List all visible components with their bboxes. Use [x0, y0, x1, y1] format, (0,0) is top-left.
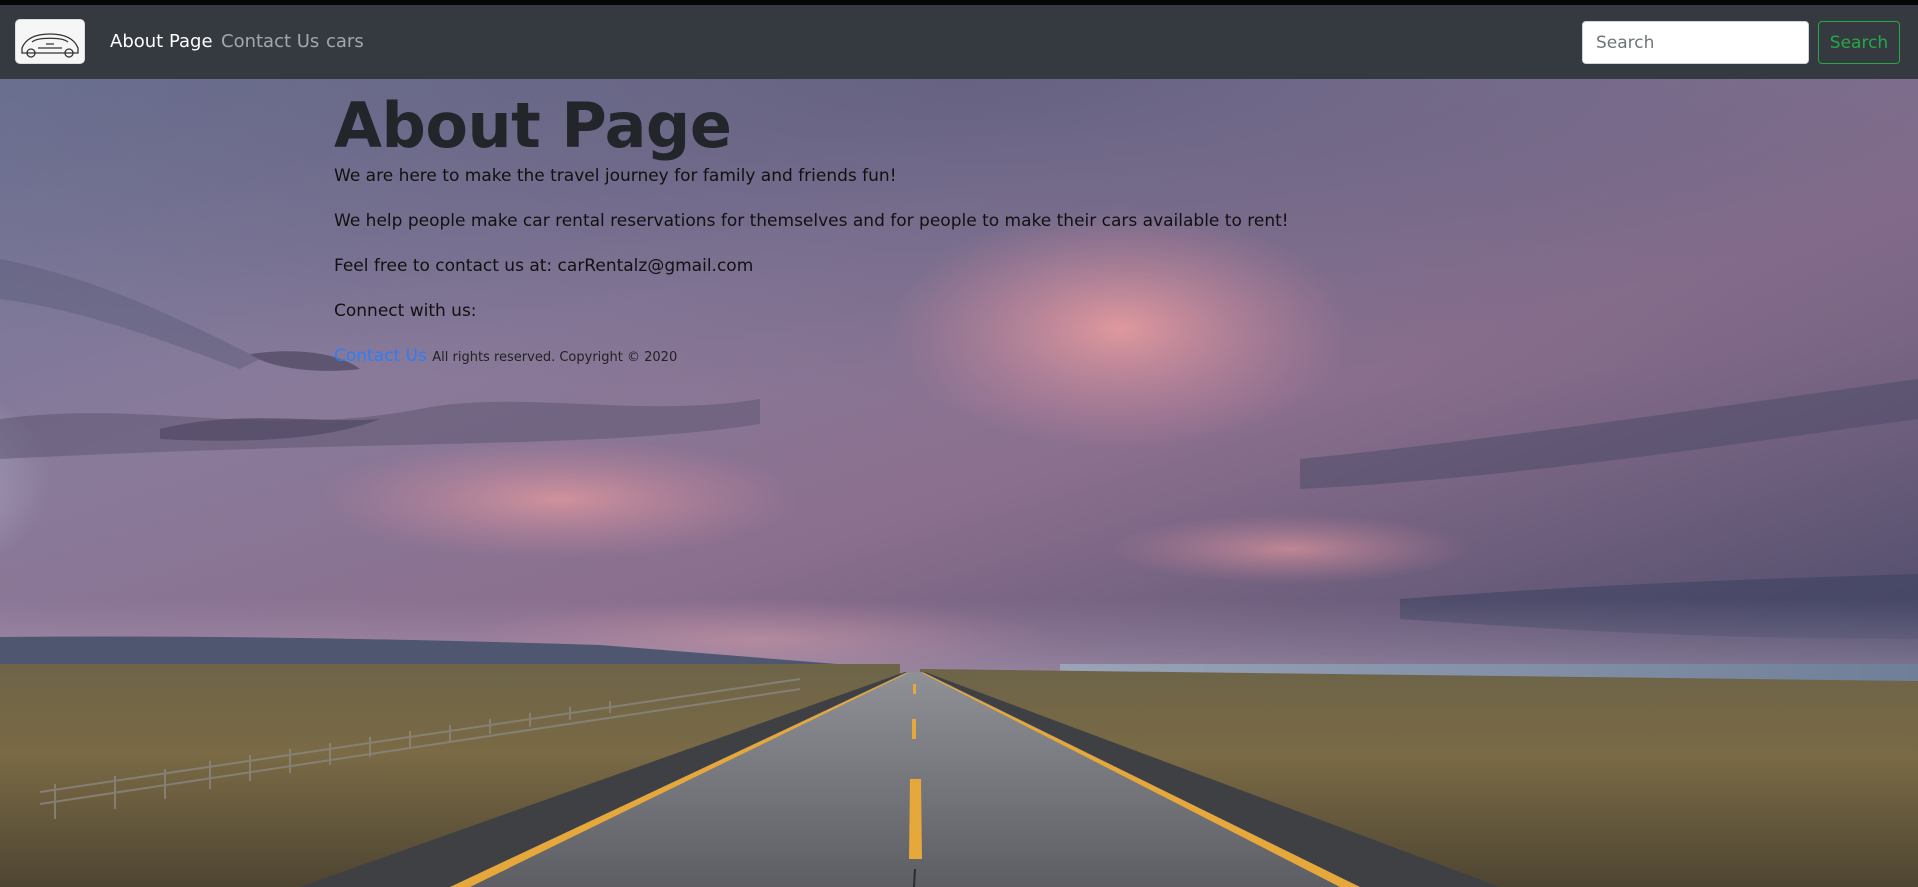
page-title: About Page: [334, 89, 732, 162]
about-paragraph-1: We are here to make the travel journey f…: [334, 166, 897, 186]
footer-contact-link[interactable]: Contact Us: [334, 346, 427, 366]
about-content: About Page We are here to make the trave…: [334, 88, 1334, 370]
contact-email-text: Feel free to contact us at: carRentalz@g…: [334, 256, 754, 276]
about-paragraph-2: We help people make car rental reservati…: [334, 211, 1289, 231]
search-button[interactable]: Search: [1818, 21, 1900, 64]
nav-about-page[interactable]: About Page: [110, 31, 213, 53]
top-navbar: About Page Contact Us cars Search: [0, 5, 1918, 79]
connect-heading: Connect with us:: [334, 301, 477, 321]
copyright-note: All rights reserved. Copyright © 2020: [432, 350, 678, 365]
car-logo-icon[interactable]: [15, 19, 85, 64]
nav-contact-us[interactable]: Contact Us: [221, 31, 319, 53]
search-input[interactable]: [1582, 21, 1809, 64]
nav-cars[interactable]: cars: [326, 31, 364, 53]
footer: Contact Us All rights reserved. Copyrigh…: [334, 344, 1334, 370]
